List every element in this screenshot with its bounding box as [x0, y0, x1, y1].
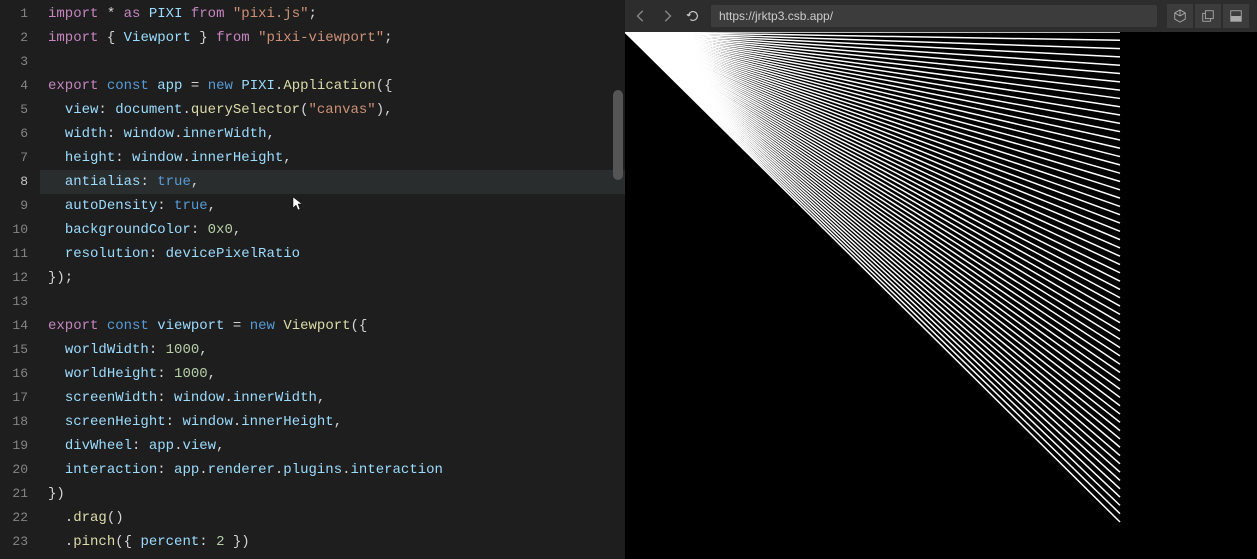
line-number: 8	[0, 170, 28, 194]
line-number: 10	[0, 218, 28, 242]
line-number: 23	[0, 530, 28, 554]
line-number: 7	[0, 146, 28, 170]
code-line[interactable]: screenHeight: window.innerHeight,	[40, 410, 625, 434]
line-number: 1	[0, 2, 28, 26]
line-number: 6	[0, 122, 28, 146]
browser-toolbar	[625, 0, 1257, 32]
new-window-icon[interactable]	[1195, 4, 1221, 28]
canvas-output[interactable]	[625, 32, 1257, 559]
code-editor-pane: 1234567891011121314151617181920212223 im…	[0, 0, 625, 559]
code-line[interactable]: })	[40, 482, 625, 506]
line-number: 16	[0, 362, 28, 386]
back-button[interactable]	[633, 8, 649, 24]
editor-scrollbar[interactable]	[613, 90, 623, 180]
line-number: 18	[0, 410, 28, 434]
line-number: 15	[0, 338, 28, 362]
line-number: 12	[0, 266, 28, 290]
line-number: 20	[0, 458, 28, 482]
code-line[interactable]: divWheel: app.view,	[40, 434, 625, 458]
line-number: 9	[0, 194, 28, 218]
code-line[interactable]: width: window.innerWidth,	[40, 122, 625, 146]
line-number: 2	[0, 26, 28, 50]
line-number: 14	[0, 314, 28, 338]
line-number: 22	[0, 506, 28, 530]
code-line[interactable]: autoDensity: true,	[40, 194, 625, 218]
code-line[interactable]	[40, 290, 625, 314]
code-line[interactable]: view: document.querySelector("canvas"),	[40, 98, 625, 122]
codesandbox-icon[interactable]	[1167, 4, 1193, 28]
code-line[interactable]: .pinch({ percent: 2 })	[40, 530, 625, 554]
code-line[interactable]: export const viewport = new Viewport({	[40, 314, 625, 338]
code-line[interactable]: import { Viewport } from "pixi-viewport"…	[40, 26, 625, 50]
code-line[interactable]: export const app = new PIXI.Application(…	[40, 74, 625, 98]
code-line[interactable]	[40, 50, 625, 74]
fullscreen-icon[interactable]	[1223, 4, 1249, 28]
line-number: 4	[0, 74, 28, 98]
code-line[interactable]: interaction: app.renderer.plugins.intera…	[40, 458, 625, 482]
line-number: 5	[0, 98, 28, 122]
code-line[interactable]: import * as PIXI from "pixi.js";	[40, 2, 625, 26]
url-input[interactable]	[711, 5, 1157, 27]
code-line[interactable]: screenWidth: window.innerWidth,	[40, 386, 625, 410]
cursor-icon	[292, 196, 304, 214]
code-line[interactable]: worldHeight: 1000,	[40, 362, 625, 386]
line-number: 13	[0, 290, 28, 314]
code-line[interactable]: worldWidth: 1000,	[40, 338, 625, 362]
code-line[interactable]: .drag()	[40, 506, 625, 530]
line-number: 19	[0, 434, 28, 458]
code-line[interactable]: });	[40, 266, 625, 290]
line-number-gutter: 1234567891011121314151617181920212223	[0, 0, 40, 559]
code-line[interactable]: height: window.innerHeight,	[40, 146, 625, 170]
reload-button[interactable]	[685, 8, 701, 24]
code-line[interactable]: antialias: true,	[40, 170, 625, 194]
line-number: 11	[0, 242, 28, 266]
code-area[interactable]: import * as PIXI from "pixi.js";import {…	[40, 0, 625, 559]
toolbar-right	[1167, 4, 1249, 28]
line-number: 21	[0, 482, 28, 506]
code-line[interactable]: resolution: devicePixelRatio	[40, 242, 625, 266]
code-line[interactable]: backgroundColor: 0x0,	[40, 218, 625, 242]
line-number: 17	[0, 386, 28, 410]
preview-pane	[625, 0, 1257, 559]
forward-button[interactable]	[659, 8, 675, 24]
line-number: 3	[0, 50, 28, 74]
